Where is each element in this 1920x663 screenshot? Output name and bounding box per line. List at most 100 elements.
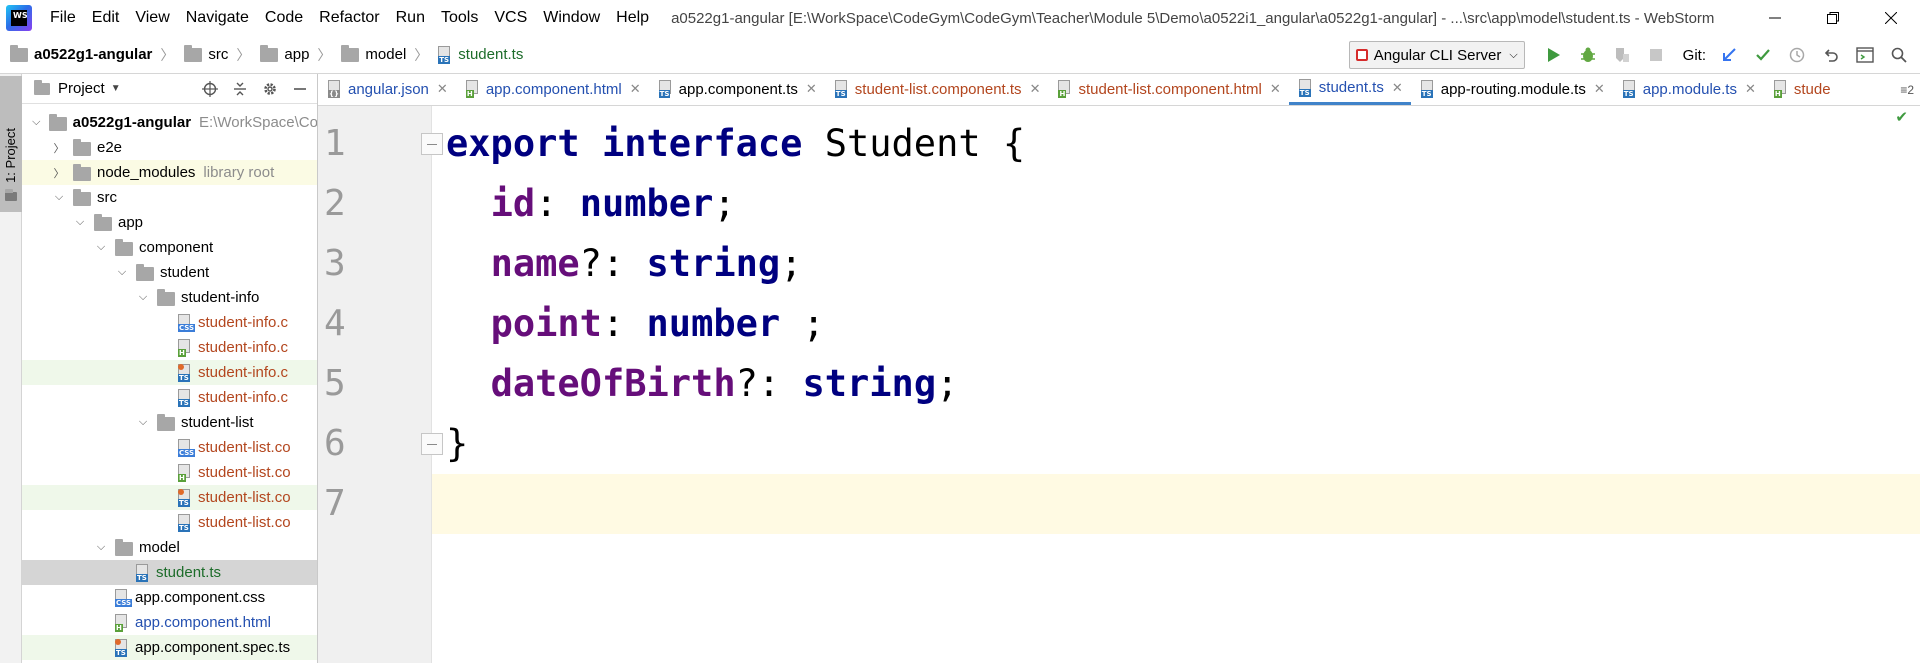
line-number: 1 [324,123,346,164]
chevron-down-icon[interactable]: ⌵ [93,541,109,554]
hide-panel-button[interactable] [287,76,313,102]
chevron-right-icon[interactable]: 〉 [51,140,67,156]
menu-tools[interactable]: Tools [433,0,486,36]
stop-button[interactable] [1641,40,1671,70]
folder-icon [157,288,175,306]
tree-file-item[interactable]: 〉Hstudent-list.co [22,460,317,485]
tree-folder-student-info[interactable]: ⌵ student-info [22,285,317,310]
close-tab-icon[interactable]: ✕ [1270,81,1281,97]
breadcrumb-item[interactable]: a0522g1-angular 〉 [0,44,174,65]
menu-run[interactable]: Run [388,0,433,36]
project-panel-title: Project [58,80,105,97]
menu-window[interactable]: Window [535,0,608,36]
restore-button[interactable] [1804,0,1862,36]
tree-folder-e2e[interactable]: 〉 e2e [22,135,317,160]
close-tab-icon[interactable]: ✕ [1745,81,1756,97]
folder-icon [136,263,154,281]
tabs-overflow-button[interactable]: ≡2 [1896,74,1918,105]
editor-tab[interactable]: TS app.component.ts ✕ [649,74,825,105]
editor-tab[interactable]: Happ.component.html ✕ [456,74,649,105]
project-view-selector[interactable]: Project ▼ [34,79,121,97]
tree-folder-a0522g1-angular[interactable]: ⌵ a0522g1-angular E:\WorkSpace\Co [22,110,317,135]
close-tab-icon[interactable]: ✕ [437,81,448,97]
editor-tab[interactable]: Hstudent-list.component.html ✕ [1048,74,1288,105]
chevron-down-icon[interactable]: ⌵ [51,191,67,204]
close-tab-icon[interactable]: ✕ [1392,80,1403,96]
crosshair-icon [202,81,218,97]
tree-item-label: node_modules [97,164,196,181]
menu-refactor[interactable]: Refactor [311,0,387,36]
tree-file-item[interactable]: 〉TSstudent-list.co [22,510,317,535]
editor-tab[interactable]: TS student.ts ✕ [1288,74,1411,105]
menu-vcs[interactable]: VCS [486,0,535,36]
menu-edit[interactable]: Edit [84,0,128,36]
tree-folder-student[interactable]: ⌵ student [22,260,317,285]
breadcrumb-item[interactable]: src 〉 [174,44,250,65]
chevron-down-icon[interactable]: ⌵ [135,291,151,304]
tree-file-item[interactable]: 〉Hstudent-info.c [22,335,317,360]
close-tab-icon[interactable]: ✕ [1594,81,1605,97]
run-button[interactable] [1539,40,1569,70]
settings-button[interactable] [257,76,283,102]
tree-folder-app[interactable]: ⌵ app [22,210,317,235]
tree-file-item[interactable]: 〉TSstudent.ts [22,560,317,585]
tree-file-item[interactable]: 〉TSstudent-list.co [22,485,317,510]
editor-tab[interactable]: Hstude [1764,74,1839,105]
chevron-down-icon[interactable]: ⌵ [114,266,130,279]
run-icon [1547,48,1560,62]
menu-navigate[interactable]: Navigate [178,0,257,36]
breadcrumb-item[interactable]: TS student.ts [428,45,523,64]
git-commit-button[interactable] [1748,40,1778,70]
tree-item-label: student-list.co [198,514,291,531]
tree-file-item[interactable]: 〉TSapp.component.spec.ts [22,635,317,660]
close-tab-icon[interactable]: ✕ [806,81,817,97]
chevron-down-icon[interactable]: ⌵ [93,241,109,254]
tree-folder-node-modules[interactable]: 〉 node_modules library root [22,160,317,185]
git-update-button[interactable] [1714,40,1744,70]
tree-folder-model[interactable]: ⌵ model [22,535,317,560]
menu-help[interactable]: Help [608,0,657,36]
fold-marker-icon[interactable] [421,133,443,155]
collapse-all-button[interactable] [227,76,253,102]
code-editor[interactable]: export interface Student { id: number; n… [432,106,1920,663]
close-tab-icon[interactable]: ✕ [630,81,641,97]
menu-file[interactable]: File [42,0,84,36]
chevron-down-icon[interactable]: ⌵ [72,216,88,229]
editor-tab[interactable]: TS app.module.ts ✕ [1613,74,1764,105]
chevron-down-icon[interactable]: ⌵ [135,416,151,429]
git-rollback-button[interactable] [1816,40,1846,70]
close-tab-icon[interactable]: ✕ [1030,81,1041,97]
run-with-coverage-button[interactable] [1607,40,1637,70]
locate-file-button[interactable] [197,76,223,102]
tree-file-item[interactable]: 〉TSstudent-info.c [22,360,317,385]
breadcrumb-label: a0522g1-angular [34,46,153,63]
debug-button[interactable] [1573,40,1603,70]
tree-folder-student-list[interactable]: ⌵ student-list [22,410,317,435]
tree-file-item[interactable]: 〉CSSstudent-list.co [22,435,317,460]
close-window-button[interactable] [1862,0,1920,36]
editor-tab[interactable]: TS student-list.component.ts ✕ [825,74,1049,105]
menu-code[interactable]: Code [257,0,311,36]
tree-file-item[interactable]: 〉CSSapp.component.css [22,585,317,610]
terminal-button[interactable] [1850,40,1880,70]
chevron-right-icon[interactable]: 〉 [51,165,67,181]
editor-tab[interactable]: {} angular.json ✕ [318,74,456,105]
project-panel-header: Project ▼ [22,74,317,104]
tree-folder-component[interactable]: ⌵ component [22,235,317,260]
tree-folder-src[interactable]: ⌵ src [22,185,317,210]
fold-marker-icon[interactable] [421,433,443,455]
tree-file-item[interactable]: 〉TSstudent-info.c [22,385,317,410]
ts-file-icon: TS [115,638,129,657]
tree-item-label: component [139,239,214,256]
editor-tab[interactable]: TS app-routing.module.ts ✕ [1411,74,1613,105]
chevron-down-icon[interactable]: ⌵ [30,116,43,129]
search-everywhere-button[interactable] [1884,40,1914,70]
breadcrumb-item[interactable]: model 〉 [331,44,428,65]
breadcrumb-item[interactable]: app 〉 [250,44,331,65]
tree-file-item[interactable]: 〉CSSstudent-info.c [22,310,317,335]
git-history-button[interactable] [1782,40,1812,70]
menu-view[interactable]: View [127,0,177,36]
tree-file-item[interactable]: 〉Happ.component.html [22,610,317,635]
run-configuration-select[interactable]: Angular CLI Server ⌵ [1348,41,1525,69]
minimize-button[interactable] [1746,0,1804,36]
